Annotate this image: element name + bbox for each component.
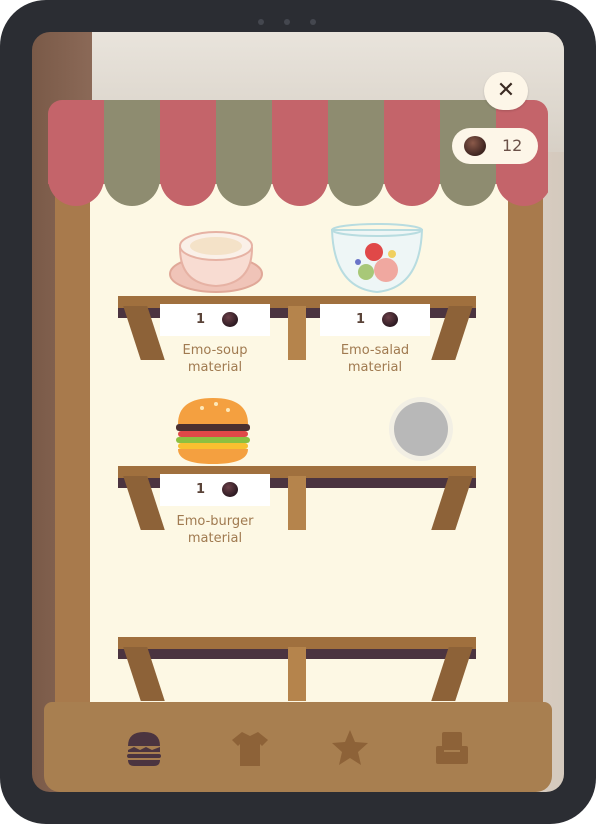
armchair-icon[interactable]: [430, 726, 474, 770]
price-tag[interactable]: 1: [320, 304, 430, 336]
soup-bowl-icon[interactable]: [168, 218, 264, 298]
price-value: 1: [196, 482, 206, 497]
coin-icon: [222, 482, 238, 497]
item-name: Emo-burger: [176, 514, 254, 529]
item-label: Emo-burger material: [150, 513, 280, 547]
price-value: 1: [196, 312, 206, 327]
item-sub: material: [347, 360, 403, 375]
close-button[interactable]: ✕: [484, 72, 528, 110]
item-sub: material: [187, 531, 243, 546]
category-tab-bar: [44, 702, 552, 792]
item-name: Emo-soup: [182, 343, 248, 358]
price-tag[interactable]: 1: [160, 474, 270, 506]
item-name: Emo-salad: [340, 343, 410, 358]
star-icon[interactable]: [328, 726, 372, 770]
price-value: 1: [356, 312, 366, 327]
burger-icon[interactable]: [172, 394, 254, 468]
burger-icon[interactable]: [122, 726, 166, 770]
item-sub: material: [187, 360, 243, 375]
camera-bar: [248, 10, 348, 25]
shop-stand-right-post: [508, 175, 543, 715]
currency-counter: 12: [452, 128, 538, 164]
item-label: Emo-soup material: [150, 342, 280, 376]
shirt-icon[interactable]: [228, 726, 272, 770]
locked-slot-icon[interactable]: [386, 394, 456, 464]
salad-bowl-icon[interactable]: [330, 222, 424, 296]
coin-icon: [222, 312, 238, 327]
coin-icon: [382, 312, 398, 327]
coin-icon: [464, 136, 486, 156]
price-tag[interactable]: 1: [160, 304, 270, 336]
shop-stand-left-post: [55, 175, 90, 715]
item-label: Emo-salad material: [310, 342, 440, 376]
currency-count: 12: [502, 136, 523, 155]
